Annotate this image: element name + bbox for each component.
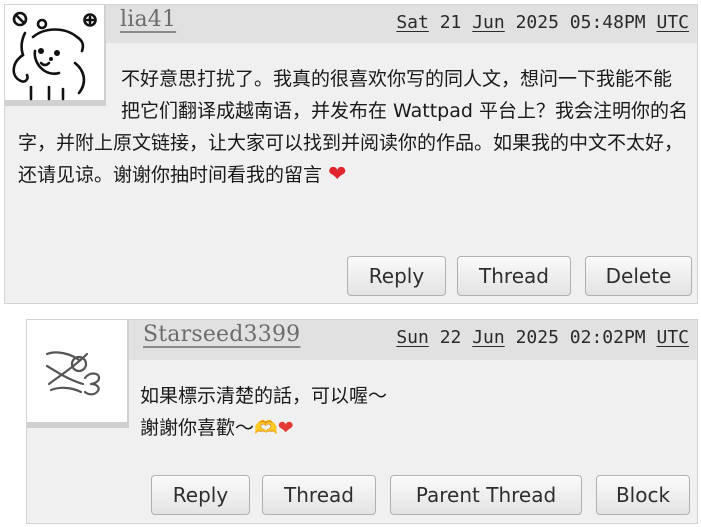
scribble-avatar-icon (45, 351, 101, 396)
timezone-link[interactable]: UTC (656, 12, 689, 33)
comment-lia41: lia41 Sat 21 Jun 2025 05:48PM UTC 不好意思打扰… (4, 4, 698, 304)
comment-body: 不好意思打扰了。我真的很喜欢你写的同人文，想问一下我能不能把它们翻译成越南语，并… (18, 63, 688, 191)
date-day: 21 (439, 12, 462, 33)
comment-timestamp: Sat 21 Jun 2025 05:48PM UTC (396, 12, 689, 33)
parent-thread-button[interactable]: Parent Thread (390, 475, 582, 515)
date-time: 05:48PM (569, 12, 646, 33)
comment-body: 如果標示清楚的話，可以喔～ 謝謝你喜歡～🫶❤ (140, 380, 680, 444)
comment-timestamp: Sun 22 Jun 2025 02:02PM UTC (396, 327, 689, 348)
date-time: 02:02PM (569, 327, 646, 348)
date-year: 2025 (515, 12, 559, 33)
avatar[interactable] (27, 320, 129, 428)
reply-button[interactable]: Reply (151, 475, 250, 515)
weekday-link[interactable]: Sun (396, 327, 429, 348)
thread-button[interactable]: Thread (262, 475, 376, 515)
comment-header: lia41 Sat 21 Jun 2025 05:48PM UTC (106, 5, 697, 43)
thread-button[interactable]: Thread (457, 256, 571, 296)
timezone-link[interactable]: UTC (656, 327, 689, 348)
date-year: 2025 (515, 327, 559, 348)
block-button[interactable]: Block (596, 475, 690, 515)
heart-on-fire-emoji-icon: ❤ (277, 417, 294, 439)
comment-body-line-1: 如果標示清楚的話，可以喔～ (140, 385, 388, 407)
date-day: 22 (439, 327, 462, 348)
comment-header: Starseed3399 Sun 22 Jun 2025 02:02PM UTC (129, 320, 697, 360)
comment-body-line-2: 謝謝你喜歡～ (140, 417, 255, 439)
heart-emoji-icon: ❤ (328, 162, 347, 187)
heart-hands-emoji-icon: 🫶 (254, 417, 278, 439)
month-link[interactable]: Jun (472, 327, 505, 348)
username-link[interactable]: lia41 (120, 7, 176, 32)
month-link[interactable]: Jun (472, 12, 505, 33)
comment-body-text: 不好意思打扰了。我真的很喜欢你写的同人文，想问一下我能不能把它们翻译成越南语，并… (18, 68, 688, 186)
weekday-link[interactable]: Sat (396, 12, 429, 33)
delete-button[interactable]: Delete (585, 256, 692, 296)
reply-button[interactable]: Reply (347, 256, 446, 296)
username-link[interactable]: Starseed3399 (143, 322, 300, 347)
comment-starseed3399: Starseed3399 Sun 22 Jun 2025 02:02PM UTC… (26, 319, 698, 524)
